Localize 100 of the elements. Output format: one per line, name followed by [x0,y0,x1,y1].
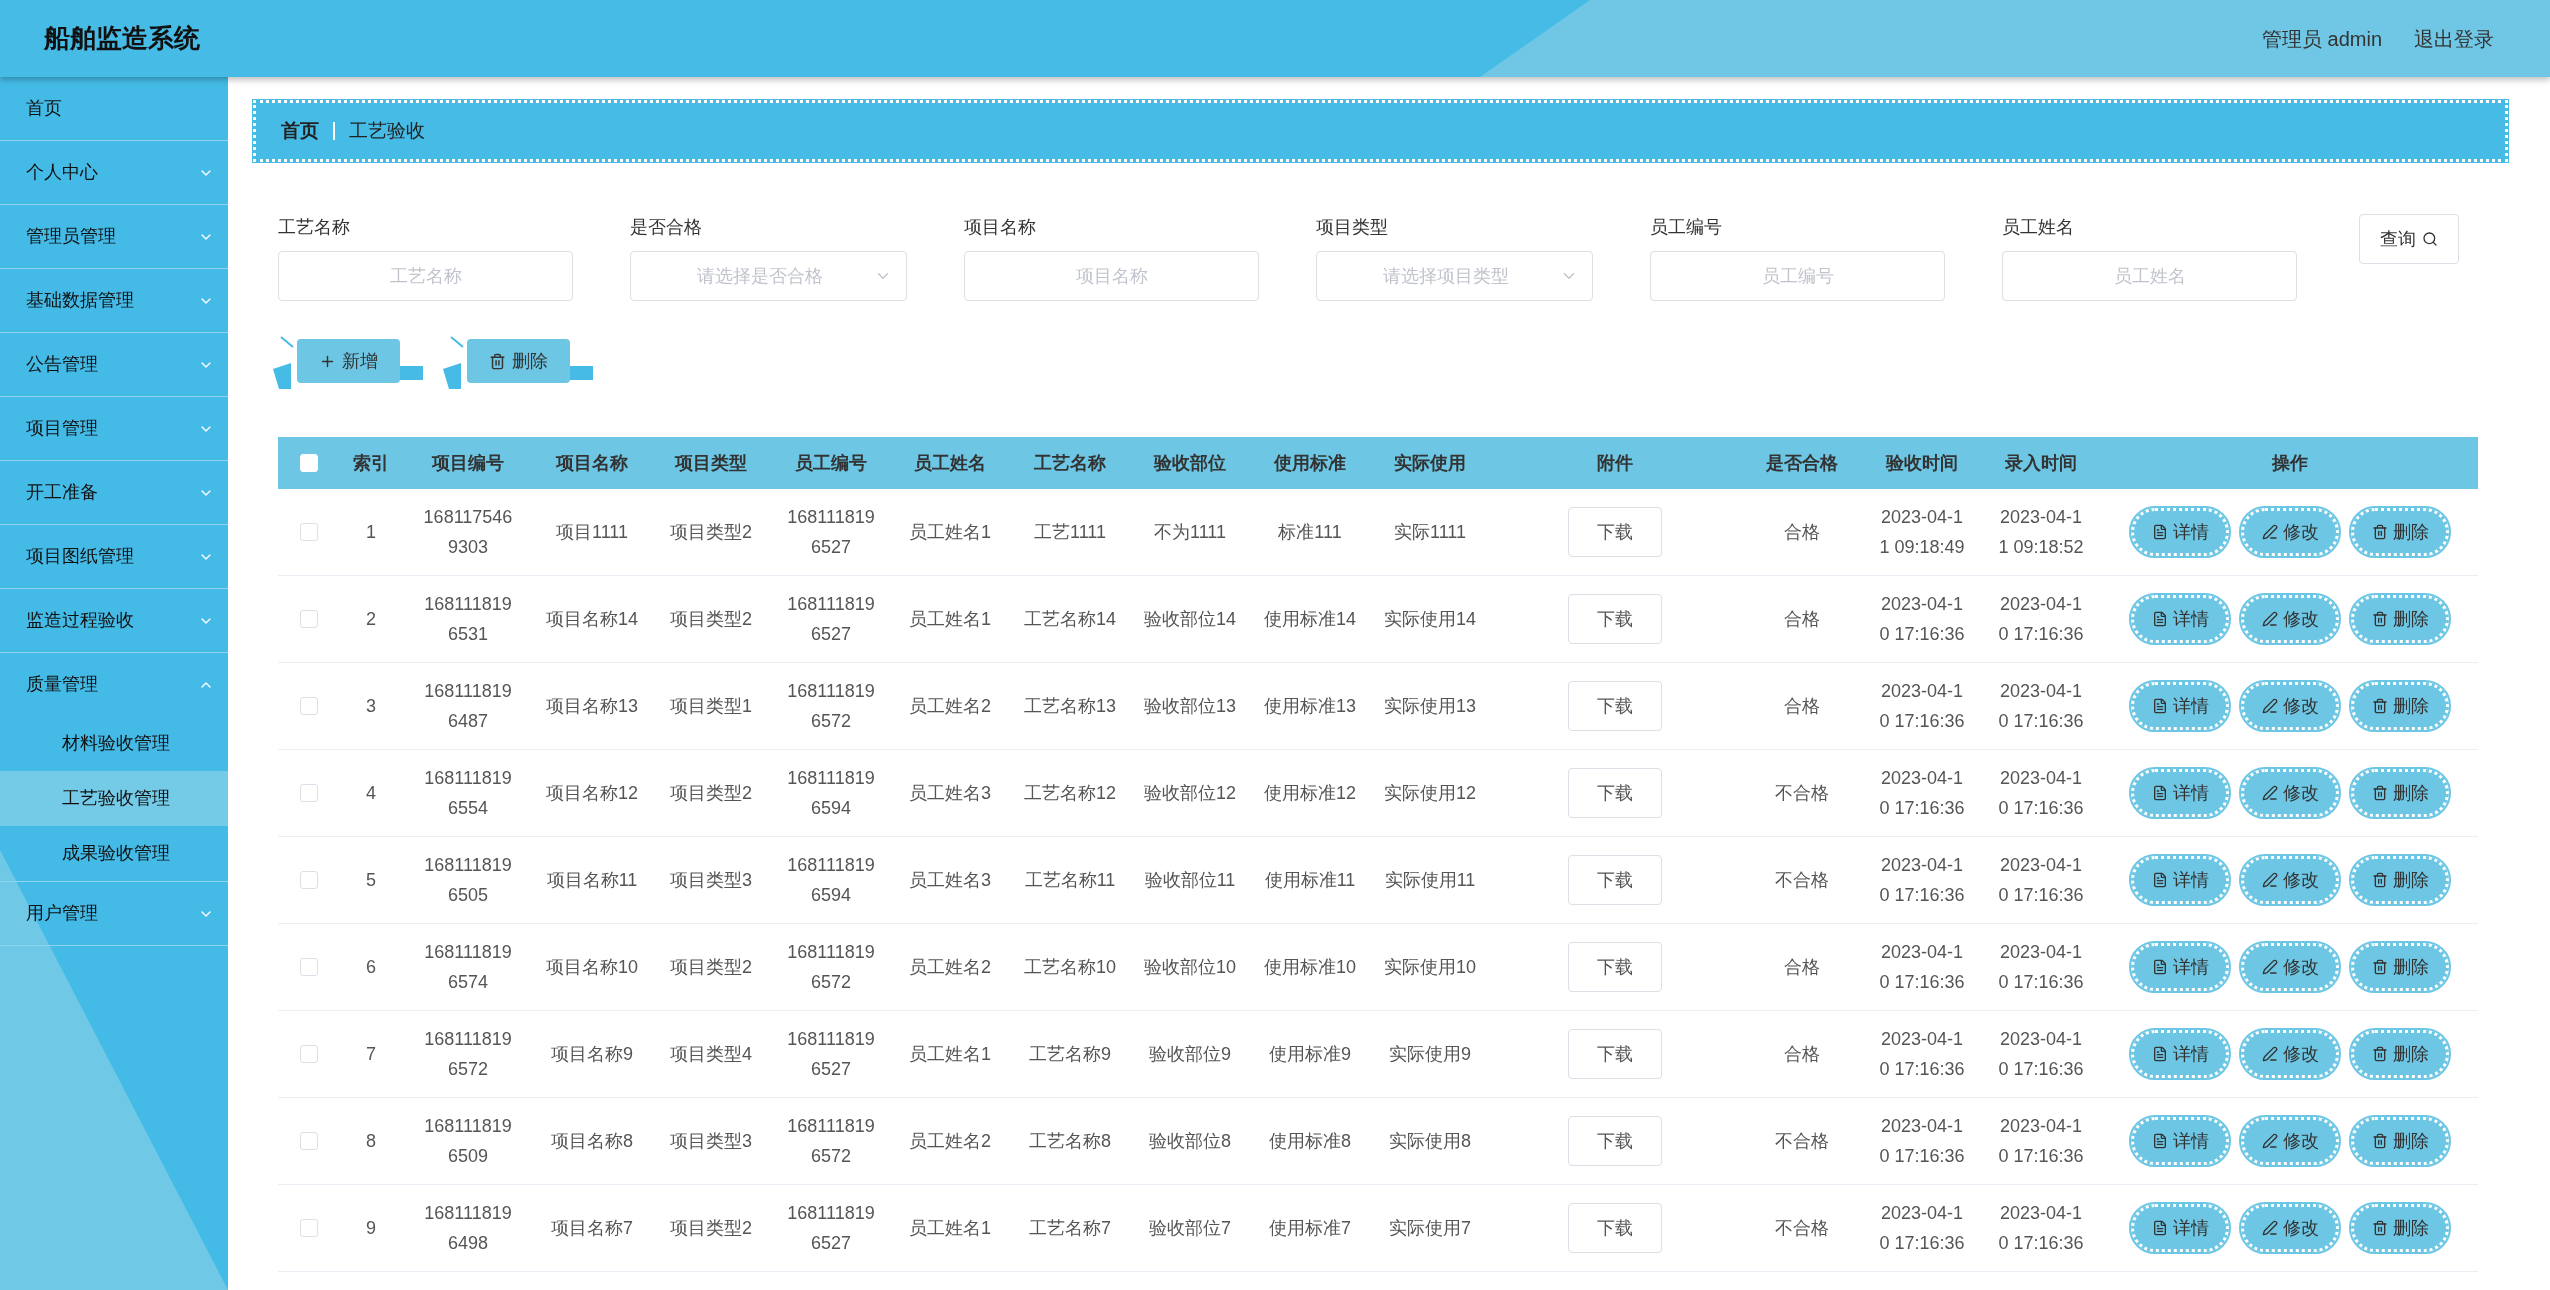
table-cell-text: 1681118196498 [423,1202,513,1255]
add-button[interactable]: 新增 [296,339,400,383]
edit-button[interactable]: 修改 [2241,943,2339,991]
delete-button[interactable]: 删除 [2351,1204,2449,1252]
table-cell-text: 工艺1111 [1033,521,1106,544]
detail-button[interactable]: 详情 [2131,595,2229,643]
download-button[interactable]: 下载 [1568,768,1662,818]
detail-button[interactable]: 详情 [2131,943,2229,991]
sidebar-item[interactable]: 项目图纸管理 [0,525,228,588]
input-field[interactable]: 员工姓名 [2002,251,2297,301]
breadcrumb-item[interactable]: 首页 [281,116,319,146]
download-button[interactable]: 下载 [1568,1116,1662,1166]
edit-button[interactable]: 修改 [2241,1204,2339,1252]
edit-button[interactable]: 修改 [2241,1117,2339,1165]
detail-button[interactable]: 详情 [2131,1030,2229,1078]
download-button[interactable]: 下载 [1568,1029,1662,1079]
download-button[interactable]: 下载 [1568,507,1662,557]
sidebar-subitem[interactable]: 成果验收管理 [0,826,228,881]
checkbox[interactable] [300,871,318,889]
column-header: 项目名称 [556,451,628,475]
table-cell-text: 1681118196527 [786,1028,876,1081]
column-header: 项目编号 [432,451,504,475]
sidebar-item[interactable]: 监造过程验收 [0,589,228,652]
edit-button[interactable]: 修改 [2241,1030,2339,1078]
delete-button[interactable]: 删除 [2351,508,2449,556]
edit-button[interactable]: 修改 [2241,856,2339,904]
download-button[interactable]: 下载 [1568,1203,1662,1253]
delete-button[interactable]: 删除 [2351,595,2449,643]
delete-button[interactable]: 删除 [2351,1117,2449,1165]
detail-button[interactable]: 详情 [2131,682,2229,730]
sidebar-item[interactable]: 项目管理 [0,397,228,460]
table-cell-text: 1681118196572 [786,941,876,994]
checkbox[interactable] [300,1045,318,1063]
delete-button[interactable]: 删除 [2351,682,2449,730]
sidebar-item[interactable]: 首页 [0,77,228,140]
table-cell-text: 使用标准8 [1269,1130,1351,1153]
table-cell-text: 1681118196505 [423,854,513,907]
download-button[interactable]: 下载 [1568,681,1662,731]
column-header: 是否合格 [1766,451,1838,475]
sidebar-item[interactable]: 管理员管理 [0,205,228,268]
download-button[interactable]: 下载 [1568,942,1662,992]
logout-link[interactable]: 退出登录 [2414,23,2494,54]
checkbox[interactable] [300,610,318,628]
download-button[interactable]: 下载 [1568,594,1662,644]
table-cell-text: 验收部位9 [1149,1043,1231,1066]
sidebar-subitem[interactable]: 工艺验收管理 [0,771,228,826]
checkbox[interactable] [300,1219,318,1237]
input-field[interactable]: 工艺名称 [278,251,573,301]
download-button[interactable]: 下载 [1568,855,1662,905]
sidebar-item[interactable]: 质量管理 [0,653,228,716]
input-field[interactable]: 员工编号 [1650,251,1945,301]
sidebar-item[interactable]: 基础数据管理 [0,269,228,332]
checkbox[interactable] [300,958,318,976]
table-cell-text: 2023-04-10 17:16:36 [1997,593,2085,646]
delete-button[interactable]: 删除 [2351,943,2449,991]
input-field[interactable]: 项目名称 [964,251,1259,301]
sidebar-item[interactable]: 个人中心 [0,141,228,204]
trash-icon [2371,1133,2388,1149]
table-cell-text: 验收部位8 [1149,1130,1231,1153]
table-cell-text: 标准111 [1278,521,1342,544]
table-cell-text: 1681118196527 [786,593,876,646]
table-cell-text: 2023-04-10 17:16:36 [1878,593,1966,646]
table-cell-text: 实际使用7 [1389,1217,1471,1240]
edit-button[interactable]: 修改 [2241,682,2339,730]
sidebar-item[interactable]: 公告管理 [0,333,228,396]
table-cell-text: 项目1111 [555,521,628,544]
index-cell-text: 2 [366,608,376,631]
checkbox[interactable] [300,784,318,802]
detail-button[interactable]: 详情 [2131,769,2229,817]
table-cell-text: 1681175469303 [422,506,514,559]
checkbox[interactable] [300,697,318,715]
detail-button[interactable]: 详情 [2131,1204,2229,1252]
sidebar-subitem[interactable]: 材料验收管理 [0,716,228,771]
edit-button[interactable]: 修改 [2241,769,2339,817]
detail-button[interactable]: 详情 [2131,508,2229,556]
table-cell-text: 实际使用14 [1384,608,1476,631]
sidebar-item[interactable]: 用户管理 [0,882,228,945]
delete-button[interactable]: 删除 [2351,856,2449,904]
sidebar-item[interactable]: 开工准备 [0,461,228,524]
table-cell-text: 项目类型3 [670,1130,752,1153]
search-button[interactable]: 查询 [2359,214,2459,264]
checkbox[interactable] [300,523,318,541]
checkbox[interactable] [300,1132,318,1150]
table-cell-text: 2023-04-10 17:16:36 [1997,1115,2085,1168]
edit-button[interactable]: 修改 [2241,595,2339,643]
document-icon [2151,1133,2168,1149]
table-cell-text: 实际使用11 [1384,869,1476,892]
delete-button[interactable]: 删除 [466,339,570,383]
edit-button[interactable]: 修改 [2241,508,2339,556]
column-header: 实际使用 [1394,451,1466,475]
index-cell-text: 1 [366,521,376,544]
table-cell-text: 1681118196574 [423,941,513,994]
table-cell-text: 项目类型2 [670,608,752,631]
detail-button[interactable]: 详情 [2131,856,2229,904]
document-icon [2151,1046,2168,1062]
delete-button[interactable]: 删除 [2351,769,2449,817]
table-cell-text: 员工姓名1 [909,521,991,544]
delete-button[interactable]: 删除 [2351,1030,2449,1078]
detail-button[interactable]: 详情 [2131,1117,2229,1165]
column-header: 使用标准 [1274,451,1346,475]
